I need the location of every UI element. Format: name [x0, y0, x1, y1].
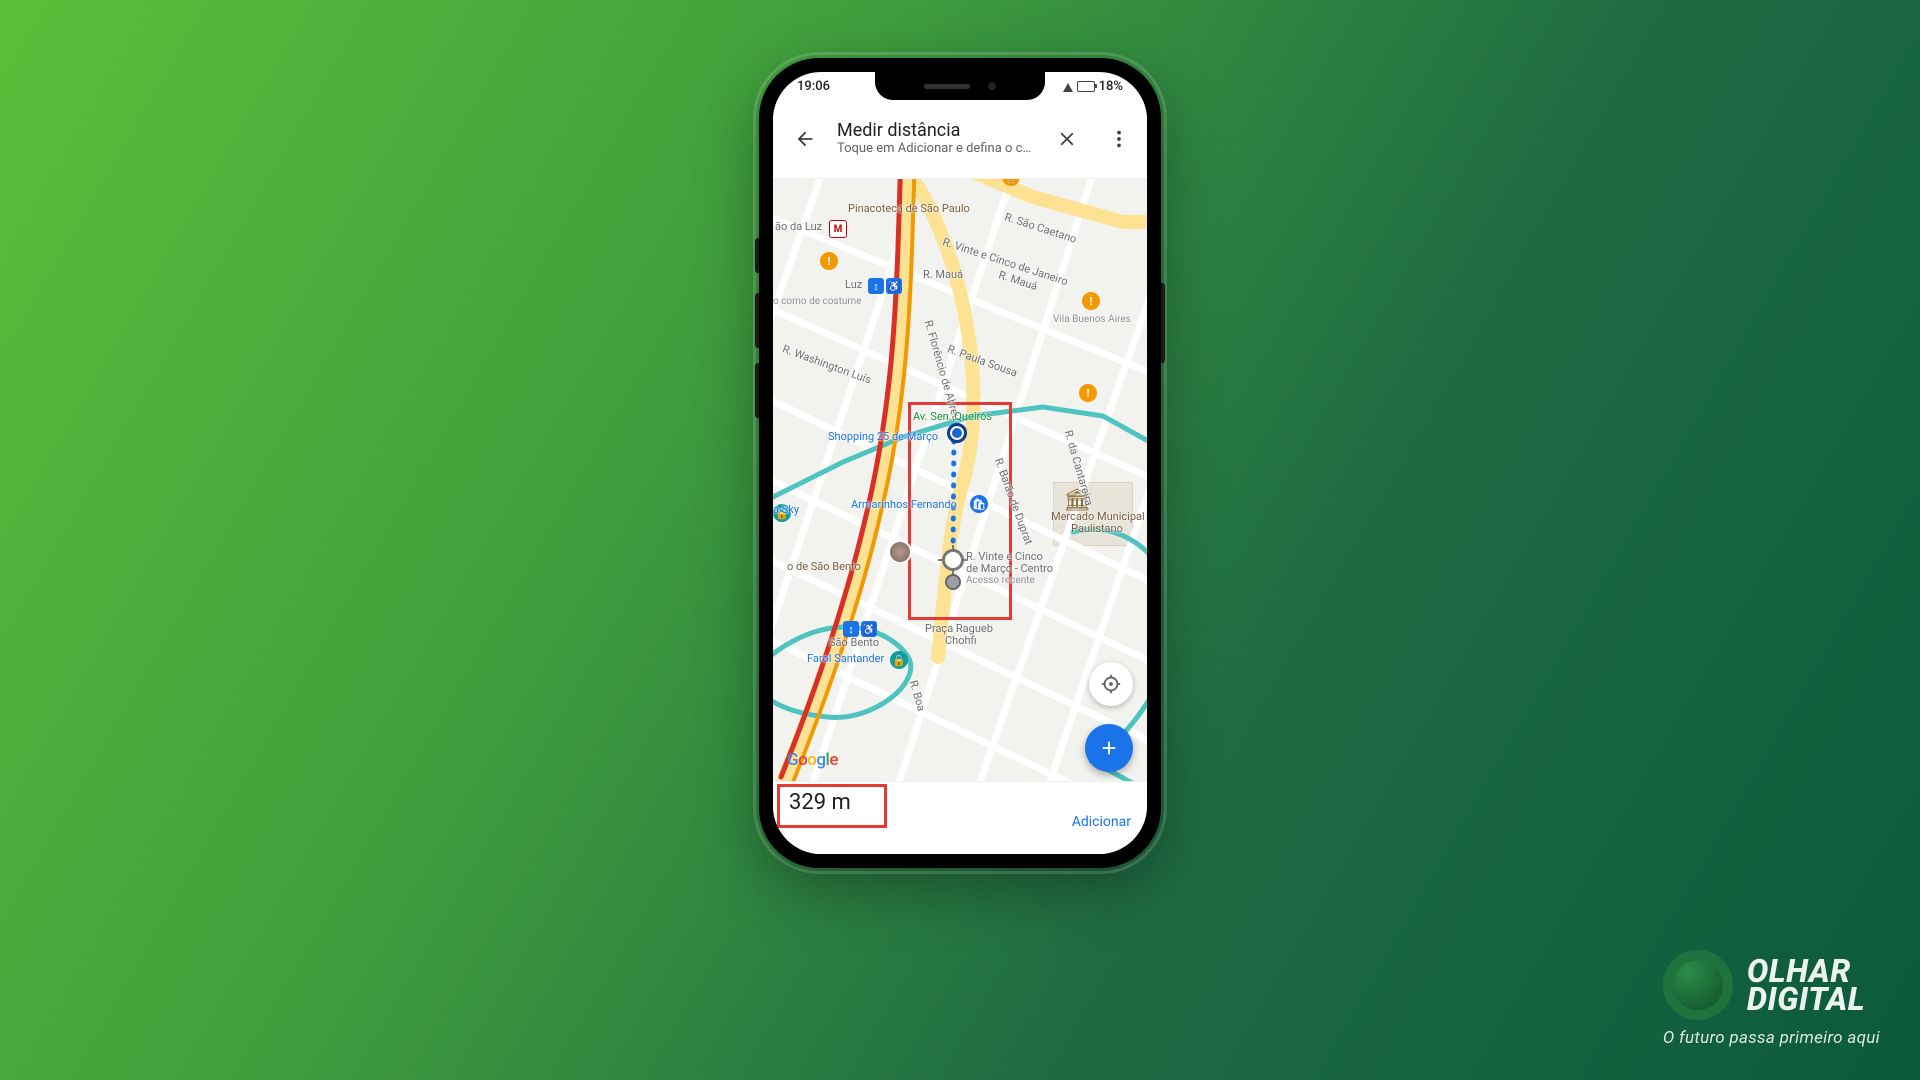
- crosshair-icon: [1100, 673, 1122, 695]
- label-costume: o como de costume: [773, 296, 861, 307]
- measure-crosshair[interactable]: [942, 549, 964, 571]
- label-armarinhos: Armarinhos Fernando: [851, 498, 957, 511]
- bottom-bar: 329 m Adicionar: [773, 781, 1147, 854]
- google-attribution: Google: [787, 750, 838, 770]
- poi-farol-lock[interactable]: 🔒: [890, 651, 908, 669]
- poi-shop[interactable]: 🛍: [970, 495, 988, 513]
- label-mercado2: Paulistano: [1071, 522, 1123, 535]
- label-ao-da-luz: ão da Luz: [775, 220, 822, 233]
- arrow-left-icon: [794, 128, 816, 150]
- poi-handicap-luz[interactable]: ♿: [886, 278, 902, 294]
- more-vert-icon: [1108, 128, 1130, 150]
- poi-cptm-luz[interactable]: ↕: [868, 278, 884, 294]
- phone-frame: 19:06 18% Medir distância Toque em Adici…: [759, 58, 1161, 868]
- battery-icon: [1077, 81, 1095, 92]
- poi-metro-luz[interactable]: M: [829, 220, 847, 238]
- add-point-label[interactable]: Adicionar: [1072, 814, 1131, 830]
- label-sky: a Sky: [773, 503, 799, 516]
- signal-icon: [1063, 83, 1073, 92]
- watermark-tagline: O futuro passa primeiro aqui: [1663, 1028, 1880, 1048]
- label-maua2: R. Mauá: [923, 268, 963, 281]
- notch: [875, 72, 1045, 100]
- battery-percent: 18%: [1099, 79, 1123, 94]
- avatar-place[interactable]: [888, 540, 912, 564]
- overflow-button[interactable]: [1099, 119, 1139, 159]
- label-sao-bento: São Bento: [829, 636, 879, 649]
- label-praca2: Chohfi: [945, 634, 977, 647]
- close-icon: [1056, 128, 1078, 150]
- label-sen-queiros: Av. Sen. Queirós: [913, 410, 992, 423]
- label-shopping25: Shopping 25 de Março: [828, 430, 938, 443]
- poi-handicap-sb[interactable]: ♿: [861, 621, 877, 637]
- poi-cptm-saobento[interactable]: ↕: [843, 621, 859, 637]
- header-subtitle: Toque em Adicionar e defina o ca...: [837, 141, 1035, 156]
- label-sao-bento-st: o de São Bento: [787, 560, 861, 573]
- app-header: Medir distância Toque em Adicionar e def…: [773, 100, 1147, 179]
- label-farol: Farol Santander: [807, 652, 884, 665]
- watermark-logo-icon: [1663, 950, 1733, 1020]
- label-vcm3: Acesso recente: [966, 575, 1035, 586]
- label-pinacoteca: Pinacoteca de São Paulo: [848, 202, 970, 215]
- poi-alert-1[interactable]: !: [820, 252, 838, 270]
- map-canvas[interactable]: 🍴 ! ! ! M ↕ ♿ 🔒 🛍 ↕ ♿ 🔒 🏛 Pinacoteca de …: [773, 162, 1147, 790]
- back-button[interactable]: [785, 119, 825, 159]
- label-luz: Luz: [845, 278, 862, 291]
- watermark: OLHAR DIGITAL O futuro passa primeiro aq…: [1663, 950, 1880, 1048]
- watermark-line2: DIGITAL: [1747, 985, 1865, 1013]
- measure-start-marker[interactable]: [947, 423, 967, 443]
- my-location-button[interactable]: [1089, 662, 1133, 706]
- poi-alert-2[interactable]: !: [1082, 292, 1100, 310]
- poi-alert-3[interactable]: !: [1079, 384, 1097, 402]
- measure-end-pin: [945, 574, 961, 590]
- label-vcm2: de Março - Centro: [966, 562, 1053, 575]
- status-time: 19:06: [797, 79, 830, 94]
- add-point-fab[interactable]: [1085, 724, 1133, 772]
- header-title: Medir distância: [837, 120, 1035, 141]
- phone-screen: 19:06 18% Medir distância Toque em Adici…: [773, 72, 1147, 854]
- distance-readout: 329 m: [789, 790, 851, 815]
- close-button[interactable]: [1047, 119, 1087, 159]
- label-vila-buenos: Vila Buenos Aires: [1053, 314, 1131, 325]
- plus-icon: [1098, 737, 1120, 759]
